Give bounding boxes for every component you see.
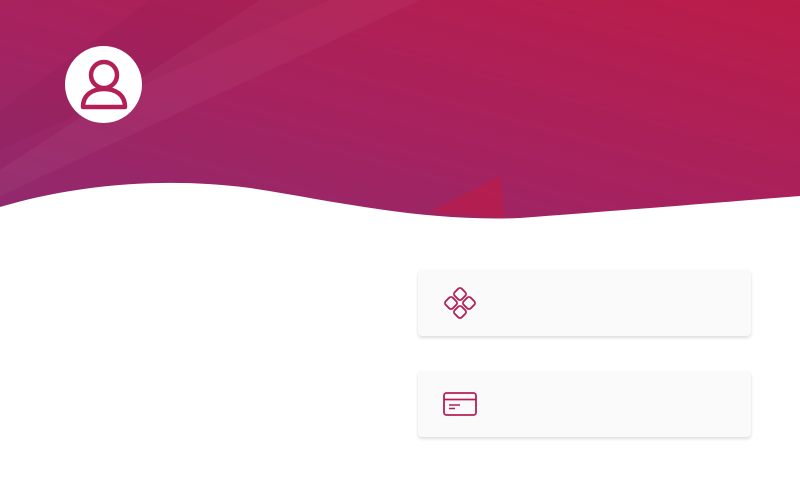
four-diamond-icon (442, 285, 478, 321)
option-card-1[interactable] (418, 270, 751, 336)
option-card-2[interactable] (418, 371, 751, 437)
profile-avatar[interactable] (65, 46, 142, 123)
user-icon (80, 59, 127, 109)
credit-card-icon (442, 386, 478, 422)
page (0, 0, 800, 500)
